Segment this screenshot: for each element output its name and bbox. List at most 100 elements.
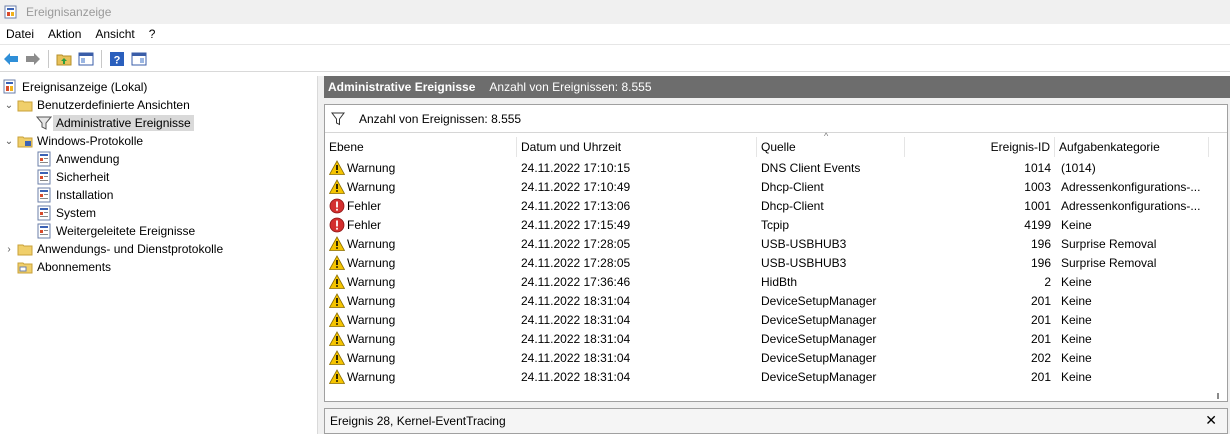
log-icon xyxy=(37,205,51,221)
table-row[interactable]: Warnung 24.11.2022 18:31:04 DeviceSetupMan… xyxy=(325,329,1209,348)
table-row[interactable]: Warnung 24.11.2022 17:28:05 USB-USBHUB3 196… xyxy=(325,253,1209,272)
tree-item-label: Administrative Ereignisse xyxy=(53,115,194,131)
tree-item-application[interactable]: Anwendung xyxy=(36,150,119,168)
col-source-label: Quelle xyxy=(761,140,796,154)
cell-level-text: Warnung xyxy=(347,312,396,327)
col-event-id[interactable]: Ereignis-ID xyxy=(905,137,1055,157)
folder-icon xyxy=(17,100,33,112)
warning-icon xyxy=(329,235,345,252)
vertical-scrollbar[interactable] xyxy=(1209,137,1227,401)
cell-level: Warnung xyxy=(329,329,515,348)
window-title: Ereignisanzeige xyxy=(26,5,112,19)
tree-item-label: Installation xyxy=(56,188,114,202)
event-list: Anzahl von Ereignissen: 8.555 Ebene Datu… xyxy=(324,104,1228,402)
tree-item-forwarded[interactable]: Weitergeleitete Ereignisse xyxy=(36,222,195,240)
results-count: Anzahl von Ereignissen: 8.555 xyxy=(489,80,652,94)
cell-event-id: 201 xyxy=(1030,312,1051,327)
cell-level: Warnung xyxy=(329,310,515,329)
cell-event-id: 202 xyxy=(1030,350,1051,365)
event-viewer-icon xyxy=(4,5,17,19)
menu-datei[interactable]: Datei xyxy=(0,27,42,41)
tree-item-label: Anwendung xyxy=(56,152,120,166)
log-icon xyxy=(37,187,51,203)
close-icon[interactable]: ✕ xyxy=(1205,412,1217,429)
warning-icon xyxy=(329,273,345,290)
cell-task-category: Keine xyxy=(1061,217,1092,232)
tree-item-admin-events[interactable]: Administrative Ereignisse xyxy=(36,114,194,132)
scrollbar-thumb[interactable] xyxy=(1217,393,1219,399)
console-tree-toggle[interactable] xyxy=(75,48,97,70)
cell-date: 24.11.2022 18:31:04 xyxy=(521,369,631,384)
cell-source: HidBth xyxy=(761,274,798,289)
back-button[interactable] xyxy=(0,48,22,70)
col-level[interactable]: Ebene xyxy=(325,137,517,157)
cell-task-category: (1014) xyxy=(1061,160,1096,175)
cell-task-category: Keine xyxy=(1061,274,1092,289)
cell-source: DeviceSetupManager xyxy=(761,312,877,327)
chevron-right-icon[interactable]: › xyxy=(4,244,14,255)
results-title: Administrative Ereignisse xyxy=(328,80,476,94)
table-row[interactable]: Warnung 24.11.2022 18:31:04 DeviceSetupMan… xyxy=(325,348,1209,367)
tree-item-label: Weitergeleitete Ereignisse xyxy=(56,224,196,238)
help-button[interactable]: ? xyxy=(106,48,128,70)
tree-item-label: System xyxy=(56,206,97,220)
table-row[interactable]: Warnung 24.11.2022 18:31:04 DeviceSetupMan… xyxy=(325,291,1209,310)
up-button[interactable] xyxy=(53,48,75,70)
chevron-down-icon[interactable]: ⌄ xyxy=(4,136,14,147)
toolbar-separator xyxy=(101,49,102,68)
forward-button[interactable] xyxy=(22,48,44,70)
col-source[interactable]: Quelle xyxy=(757,137,905,157)
tree-item-label: Windows-Protokolle xyxy=(37,134,144,148)
cell-source: USB-USBHUB3 xyxy=(761,236,847,251)
warning-icon xyxy=(329,178,345,195)
svg-text:?: ? xyxy=(114,54,121,66)
cell-date: 24.11.2022 18:31:04 xyxy=(521,312,631,327)
tree-item-security[interactable]: Sicherheit xyxy=(36,168,109,186)
cell-level: Warnung xyxy=(329,234,515,253)
action-pane-toggle[interactable] xyxy=(128,48,150,70)
table-row[interactable]: Warnung 24.11.2022 18:31:04 DeviceSetupMan… xyxy=(325,367,1209,386)
cell-level-text: Warnung xyxy=(347,331,396,346)
cell-date: 24.11.2022 18:31:04 xyxy=(521,350,631,365)
tree-item-setup[interactable]: Installation xyxy=(36,186,113,204)
table-row[interactable]: Warnung 24.11.2022 17:28:05 USB-USBHUB3 196… xyxy=(325,234,1209,253)
cell-task-category: Keine xyxy=(1061,350,1092,365)
col-task-category[interactable]: Aufgabenkategorie xyxy=(1055,137,1209,157)
tree-item-label: Benutzerdefinierte Ansichten xyxy=(37,98,190,112)
col-date[interactable]: Datum und Uhrzeit ^ xyxy=(517,131,828,157)
tree-item-label: Anwendungs- und Dienstprotokolle xyxy=(37,242,224,256)
cell-source: Dhcp-Client xyxy=(761,198,824,213)
cell-level: Warnung xyxy=(329,253,515,272)
warning-icon xyxy=(329,368,345,385)
cell-level: Warnung xyxy=(329,272,515,291)
chevron-down-icon[interactable]: ⌄ xyxy=(4,100,14,111)
menu-ansicht[interactable]: Ansicht xyxy=(89,27,142,41)
cell-date: 24.11.2022 17:36:46 xyxy=(521,274,631,289)
table-row[interactable]: Warnung 24.11.2022 17:10:15 DNS Client Eve… xyxy=(325,158,1209,177)
cell-level: Warnung xyxy=(329,158,515,177)
cell-date: 24.11.2022 17:28:05 xyxy=(521,236,631,251)
menu-aktion[interactable]: Aktion xyxy=(42,27,89,41)
tree-item-windows-logs[interactable]: ⌄ Windows-Protokolle xyxy=(4,132,143,150)
cell-level-text: Warnung xyxy=(347,179,396,194)
cell-level-text: Fehler xyxy=(347,217,382,232)
table-row[interactable]: Warnung 24.11.2022 18:31:04 DeviceSetupMan… xyxy=(325,310,1209,329)
cell-level-text: Warnung xyxy=(347,369,396,384)
tree-item-root[interactable]: Ereignisanzeige (Lokal) xyxy=(2,78,147,96)
cell-level: Fehler xyxy=(329,196,515,215)
tree-item-label: Abonnements xyxy=(37,260,112,274)
cell-date: 24.11.2022 17:10:49 xyxy=(521,179,631,194)
table-row[interactable]: Fehler 24.11.2022 17:13:06 Dhcp-Client 1001… xyxy=(325,196,1209,215)
tree-item-custom-views[interactable]: ⌄ Benutzerdefinierte Ansichten xyxy=(4,96,190,114)
menu-help[interactable]: ? xyxy=(143,27,164,41)
log-icon xyxy=(37,151,51,167)
help-icon: ? xyxy=(110,51,124,66)
tree-item-apps-services[interactable]: › Anwendungs- und Dienstprotokolle xyxy=(4,240,223,258)
cell-event-id: 2 xyxy=(1044,274,1051,289)
tree-item-subscriptions[interactable]: Abonnements xyxy=(17,258,111,276)
cell-date: 24.11.2022 17:15:49 xyxy=(521,217,631,232)
table-row[interactable]: Warnung 24.11.2022 17:36:46 HidBth 2 Keine xyxy=(325,272,1209,291)
table-row[interactable]: Fehler 24.11.2022 17:15:49 Tcpip 4199 Keine xyxy=(325,215,1209,234)
table-row[interactable]: Warnung 24.11.2022 17:10:49 Dhcp-Client 100… xyxy=(325,177,1209,196)
tree-item-system[interactable]: System xyxy=(36,204,96,222)
